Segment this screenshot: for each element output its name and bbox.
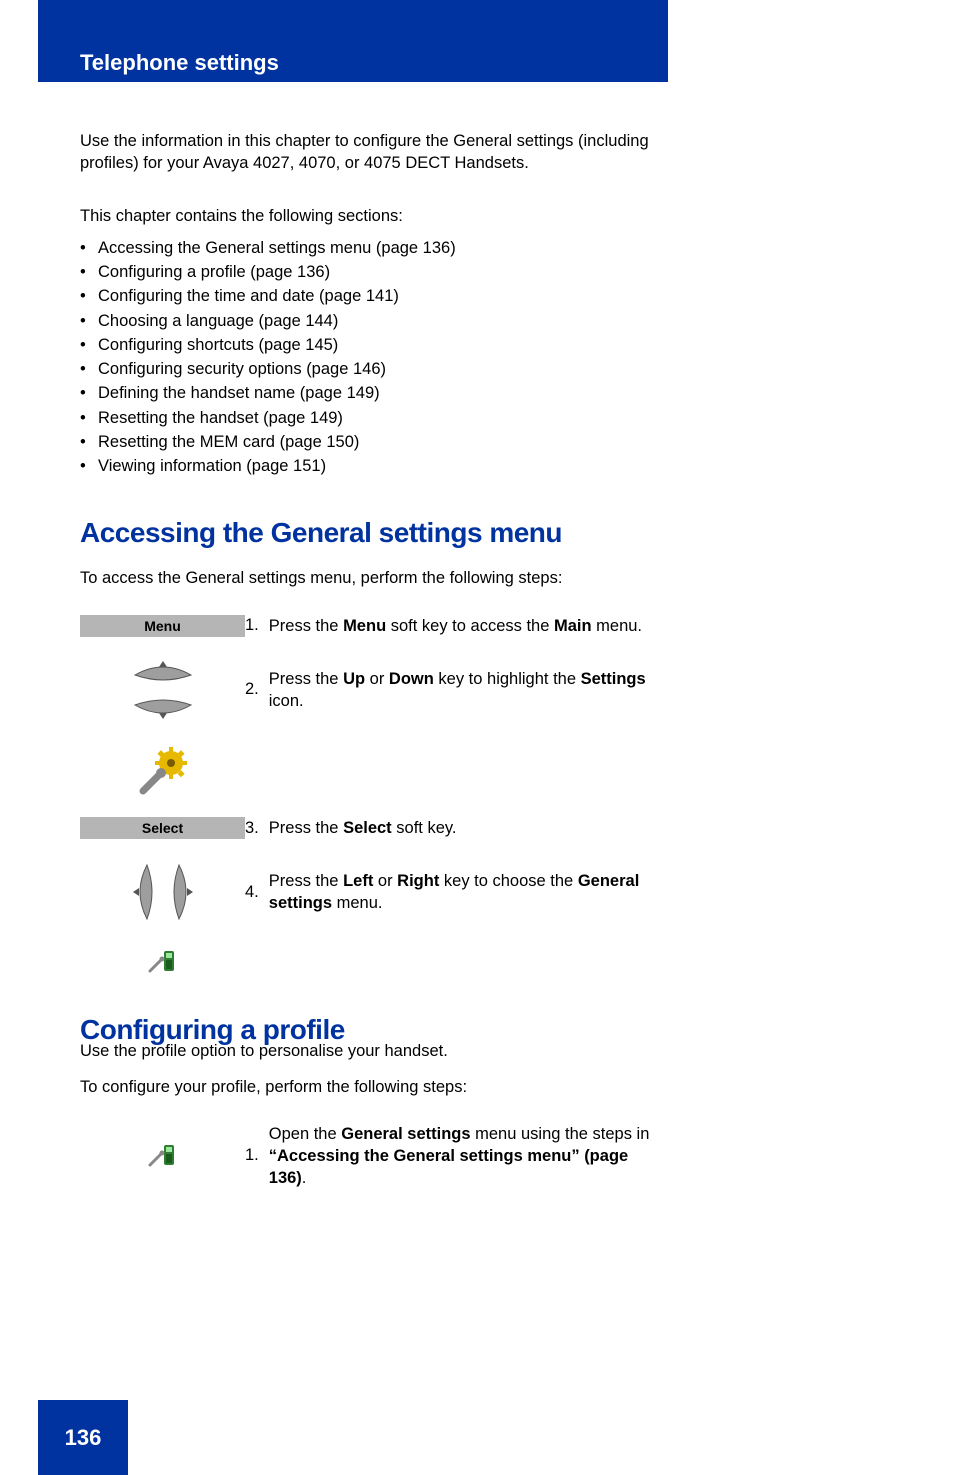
general-settings-icon — [146, 1139, 180, 1173]
profile-step-number: 1. — [245, 1146, 269, 1165]
profile-step-row: 1. Open the General settings menu using … — [80, 1123, 670, 1190]
bullet-item[interactable]: •Viewing information (page 151) — [80, 455, 670, 477]
page-content: Use the information in this chapter to c… — [80, 100, 670, 1046]
bullet-item[interactable]: •Resetting the MEM card (page 150) — [80, 431, 670, 453]
summary-lead: This chapter contains the following sect… — [80, 205, 670, 227]
step-number: 2. — [245, 680, 269, 699]
bullet-item[interactable]: •Configuring security options (page 146) — [80, 358, 670, 380]
step-icon-cell — [80, 655, 245, 725]
page-number: 136 — [65, 1425, 102, 1451]
bullet-item[interactable]: •Resetting the handset (page 149) — [80, 407, 670, 429]
step-desc: Press the Left or Right key to choose th… — [269, 870, 670, 915]
step-icon-cell — [80, 743, 245, 799]
bullet-item[interactable]: •Configuring a profile (page 136) — [80, 261, 670, 283]
step-row: Select3.Press the Select soft key. — [80, 817, 670, 839]
step-row: 4.Press the Left or Right key to choose … — [80, 857, 670, 927]
bullet-item[interactable]: •Accessing the General settings menu (pa… — [80, 237, 670, 259]
step-row: Menu1.Press the Menu soft key to access … — [80, 615, 670, 637]
bullet-item[interactable]: •Configuring shortcuts (page 145) — [80, 334, 670, 356]
step-desc: Press the Select soft key. — [269, 817, 457, 839]
nav-up-down-icon — [123, 655, 203, 725]
step-row — [80, 743, 670, 799]
step-icon-cell: Select — [80, 817, 245, 839]
step-icon-cell — [80, 857, 245, 927]
step-icon-cell: Menu — [80, 615, 245, 637]
profile-section: Use the profile option to personalise yo… — [80, 1040, 670, 1207]
step-number: 1. — [245, 616, 269, 635]
step-icon-cell — [80, 945, 245, 979]
step-row: 2.Press the Up or Down key to highlight … — [80, 655, 670, 725]
bullet-list: •Accessing the General settings menu (pa… — [80, 237, 670, 478]
bullet-item[interactable]: •Defining the handset name (page 149) — [80, 382, 670, 404]
general-settings-icon — [146, 945, 180, 979]
step-number: 4. — [245, 883, 269, 902]
page-number-box: 136 — [38, 1400, 128, 1475]
step-number: 3. — [245, 819, 269, 838]
general-settings-icon-cell — [80, 1139, 245, 1173]
profile-lead: To configure your profile, perform the f… — [80, 1076, 670, 1098]
bullet-item[interactable]: •Configuring the time and date (page 141… — [80, 285, 670, 307]
section-title: Telephone settings — [80, 50, 279, 76]
step-desc: Press the Up or Down key to highlight th… — [269, 668, 670, 713]
nav-left-right-icon — [123, 857, 203, 927]
step-row — [80, 945, 670, 979]
accessing-lead: To access the General settings menu, per… — [80, 567, 670, 589]
profile-body: Use the profile option to personalise yo… — [80, 1040, 670, 1062]
intro-paragraph: Use the information in this chapter to c… — [80, 130, 670, 175]
softkey-button[interactable]: Select — [80, 817, 245, 839]
profile-step-desc: Open the General settings menu using the… — [269, 1123, 670, 1190]
heading-accessing: Accessing the General settings menu — [80, 517, 670, 549]
softkey-button[interactable]: Menu — [80, 615, 245, 637]
step-desc: Press the Menu soft key to access the Ma… — [269, 615, 642, 637]
settings-gear-icon — [135, 743, 191, 799]
steps-list: Menu1.Press the Menu soft key to access … — [80, 615, 670, 980]
bullet-item[interactable]: •Choosing a language (page 144) — [80, 310, 670, 332]
